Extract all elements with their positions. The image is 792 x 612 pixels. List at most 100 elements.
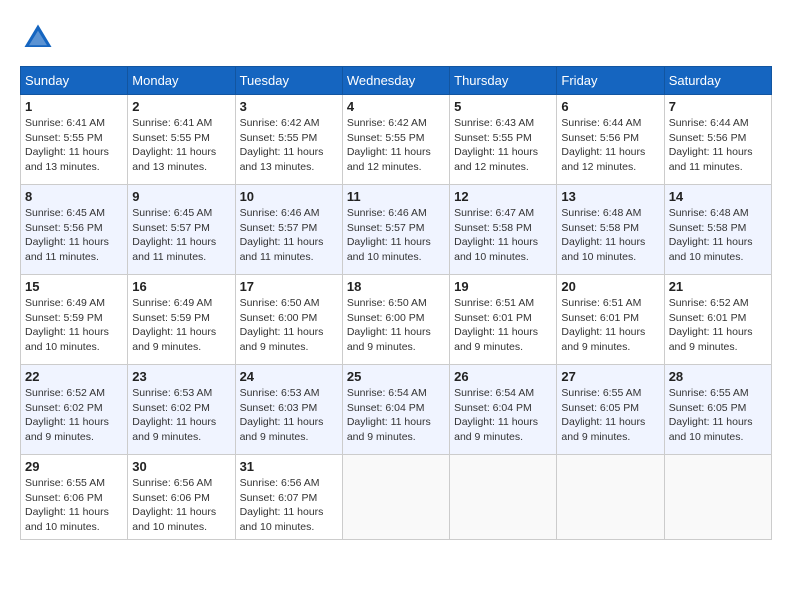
day-info: Sunrise: 6:42 AMSunset: 5:55 PMDaylight:… — [347, 116, 445, 175]
calendar-header-row: SundayMondayTuesdayWednesdayThursdayFrid… — [21, 67, 772, 95]
day-info: Sunrise: 6:56 AMSunset: 6:07 PMDaylight:… — [240, 476, 338, 535]
sunrise-text: Sunrise: 6:55 AM — [669, 387, 749, 399]
sunset-text: Sunset: 5:57 PM — [240, 222, 318, 234]
daylight-hours-text: Daylight: 11 hours — [347, 416, 431, 428]
daylight-and-text: and 10 minutes. — [25, 521, 100, 533]
sunset-text: Sunset: 6:05 PM — [561, 402, 639, 414]
daylight-hours-text: Daylight: 11 hours — [240, 416, 324, 428]
daylight-hours-text: Daylight: 11 hours — [25, 506, 109, 518]
daylight-hours-text: Daylight: 11 hours — [132, 416, 216, 428]
daylight-and-text: and 10 minutes. — [240, 521, 315, 533]
daylight-hours-text: Daylight: 11 hours — [669, 236, 753, 248]
calendar-cell: 3Sunrise: 6:42 AMSunset: 5:55 PMDaylight… — [235, 95, 342, 185]
calendar-cell: 7Sunrise: 6:44 AMSunset: 5:56 PMDaylight… — [664, 95, 771, 185]
sunrise-text: Sunrise: 6:52 AM — [25, 387, 105, 399]
sunrise-text: Sunrise: 6:55 AM — [561, 387, 641, 399]
daylight-and-text: and 9 minutes. — [347, 431, 416, 443]
sunrise-text: Sunrise: 6:42 AM — [347, 117, 427, 129]
daylight-hours-text: Daylight: 11 hours — [561, 326, 645, 338]
sunset-text: Sunset: 5:59 PM — [132, 312, 210, 324]
calendar-cell: 27Sunrise: 6:55 AMSunset: 6:05 PMDayligh… — [557, 365, 664, 455]
daylight-hours-text: Daylight: 11 hours — [561, 146, 645, 158]
daylight-hours-text: Daylight: 11 hours — [454, 416, 538, 428]
sunrise-text: Sunrise: 6:49 AM — [132, 297, 212, 309]
calendar-table: SundayMondayTuesdayWednesdayThursdayFrid… — [20, 66, 772, 540]
day-number: 30 — [132, 459, 230, 474]
sunset-text: Sunset: 5:59 PM — [25, 312, 103, 324]
day-number: 25 — [347, 369, 445, 384]
calendar-cell: 17Sunrise: 6:50 AMSunset: 6:00 PMDayligh… — [235, 275, 342, 365]
calendar-cell: 16Sunrise: 6:49 AMSunset: 5:59 PMDayligh… — [128, 275, 235, 365]
daylight-and-text: and 10 minutes. — [561, 251, 636, 263]
daylight-and-text: and 12 minutes. — [454, 161, 529, 173]
sunset-text: Sunset: 5:55 PM — [240, 132, 318, 144]
sunrise-text: Sunrise: 6:50 AM — [347, 297, 427, 309]
day-info: Sunrise: 6:41 AMSunset: 5:55 PMDaylight:… — [25, 116, 123, 175]
calendar-cell — [342, 455, 449, 540]
day-info: Sunrise: 6:52 AM Sunset: 6:02 PM Daylight:… — [25, 386, 123, 445]
sunrise-text: Sunrise: 6:41 AM — [132, 117, 212, 129]
daylight-hours-text: Daylight: 11 hours — [669, 416, 753, 428]
sunset-text: Sunset: 5:57 PM — [132, 222, 210, 234]
daylight-and-text: and 11 minutes. — [240, 251, 314, 263]
daylight-and-text: and 11 minutes. — [669, 161, 743, 173]
daylight-and-text: and 9 minutes. — [240, 341, 309, 353]
sunset-text: Sunset: 6:04 PM — [347, 402, 425, 414]
daylight-and-text: and 9 minutes. — [132, 341, 201, 353]
daylight-and-text: and 9 minutes. — [347, 341, 416, 353]
sunrise-text: Sunrise: 6:43 AM — [454, 117, 534, 129]
daylight-hours-text: Daylight: 11 hours — [347, 326, 431, 338]
calendar-cell: 18Sunrise: 6:50 AMSunset: 6:00 PMDayligh… — [342, 275, 449, 365]
day-number: 21 — [669, 279, 767, 294]
daylight-and-text: and 10 minutes. — [25, 341, 100, 353]
sunset-text: Sunset: 6:07 PM — [240, 492, 318, 504]
daylight-and-text: and 10 minutes. — [132, 521, 207, 533]
daylight-hours-text: Daylight: 11 hours — [454, 236, 538, 248]
weekday-header-thursday: Thursday — [450, 67, 557, 95]
day-number: 17 — [240, 279, 338, 294]
day-number: 10 — [240, 189, 338, 204]
day-info: Sunrise: 6:51 AMSunset: 6:01 PMDaylight:… — [561, 296, 659, 355]
daylight-and-text: and 11 minutes. — [25, 251, 99, 263]
sunrise-text: Sunrise: 6:41 AM — [25, 117, 105, 129]
daylight-and-text: and 9 minutes. — [132, 431, 201, 443]
calendar-cell: 28Sunrise: 6:55 AMSunset: 6:05 PMDayligh… — [664, 365, 771, 455]
calendar-cell: 4Sunrise: 6:42 AMSunset: 5:55 PMDaylight… — [342, 95, 449, 185]
day-info: Sunrise: 6:45 AMSunset: 5:57 PMDaylight:… — [132, 206, 230, 265]
weekday-header-friday: Friday — [557, 67, 664, 95]
calendar-cell — [450, 455, 557, 540]
daylight-and-text: and 9 minutes. — [669, 341, 738, 353]
day-number: 11 — [347, 189, 445, 204]
day-number: 2 — [132, 99, 230, 114]
day-number: 24 — [240, 369, 338, 384]
day-number: 28 — [669, 369, 767, 384]
calendar-cell: 20Sunrise: 6:51 AMSunset: 6:01 PMDayligh… — [557, 275, 664, 365]
day-info: Sunrise: 6:43 AMSunset: 5:55 PMDaylight:… — [454, 116, 552, 175]
calendar-cell: 24Sunrise: 6:53 AMSunset: 6:03 PMDayligh… — [235, 365, 342, 455]
daylight-hours-text: Daylight: 11 hours — [132, 236, 216, 248]
calendar-cell: 14Sunrise: 6:48 AMSunset: 5:58 PMDayligh… — [664, 185, 771, 275]
daylight-and-text: and 13 minutes. — [132, 161, 207, 173]
daylight-and-text: and 9 minutes. — [454, 341, 523, 353]
calendar-cell: 26Sunrise: 6:54 AMSunset: 6:04 PMDayligh… — [450, 365, 557, 455]
daylight-and-text: and 11 minutes. — [132, 251, 206, 263]
day-info: Sunrise: 6:53 AMSunset: 6:02 PMDaylight:… — [132, 386, 230, 445]
calendar-cell: 11Sunrise: 6:46 AMSunset: 5:57 PMDayligh… — [342, 185, 449, 275]
calendar-cell — [664, 455, 771, 540]
sunset-text: Sunset: 6:02 PM — [25, 402, 103, 414]
sunset-text: Sunset: 6:01 PM — [561, 312, 639, 324]
day-number: 19 — [454, 279, 552, 294]
sunrise-text: Sunrise: 6:42 AM — [240, 117, 320, 129]
daylight-hours-text: Daylight: 11 hours — [25, 416, 109, 428]
sunset-text: Sunset: 5:56 PM — [561, 132, 639, 144]
calendar-cell — [557, 455, 664, 540]
sunrise-text: Sunrise: 6:48 AM — [669, 207, 749, 219]
day-number: 23 — [132, 369, 230, 384]
daylight-hours-text: Daylight: 11 hours — [132, 146, 216, 158]
calendar-cell: 23 Sunrise: 6:53 AMSunset: 6:02 PMDayligh… — [128, 365, 235, 455]
weekday-header-sunday: Sunday — [21, 67, 128, 95]
calendar-cell: 12Sunrise: 6:47 AMSunset: 5:58 PMDayligh… — [450, 185, 557, 275]
daylight-hours-text: Daylight: 11 hours — [25, 146, 109, 158]
sunset-text: Sunset: 6:01 PM — [669, 312, 747, 324]
calendar-cell: 22Sunrise: 6:52 AMSunset: 6:02 PMDayligh… — [21, 365, 128, 455]
